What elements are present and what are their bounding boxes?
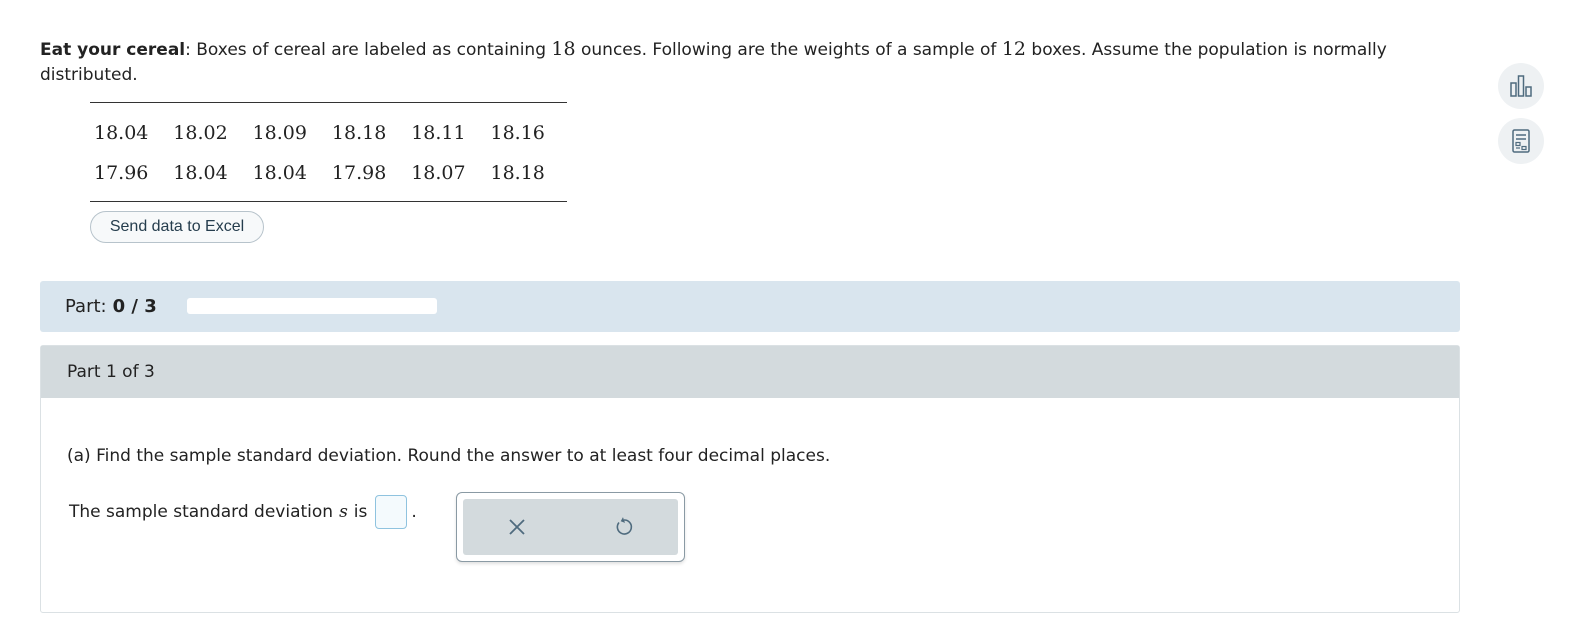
answer-suffix: is <box>353 502 368 522</box>
progress-track <box>187 298 437 314</box>
problem-text-1: : Boxes of cereal are labeled as contain… <box>185 40 552 60</box>
answer-line: The sample standard deviation s is . <box>69 494 417 530</box>
table-cell: 18.18 <box>331 122 387 144</box>
calculator-icon <box>1512 129 1530 153</box>
table-cell: 18.09 <box>252 122 307 144</box>
part-progress-bar: Part: 0 / 3 <box>40 281 1460 332</box>
calculator-tool-button[interactable] <box>1498 118 1544 164</box>
answer-input[interactable] <box>375 495 408 529</box>
table-cell: 17.98 <box>331 162 387 184</box>
table-cell: 18.04 <box>94 122 149 144</box>
part-count: 0 / 3 <box>112 296 157 317</box>
send-to-excel-button[interactable]: Send data to Excel <box>90 211 264 243</box>
answer-tools <box>456 492 685 562</box>
table-cell: 18.11 <box>411 122 466 144</box>
problem-text-2: ounces. Following are the weights of a s… <box>575 40 1002 60</box>
answer-variable: s <box>339 502 348 522</box>
question-text: (a) Find the sample standard deviation. … <box>67 446 831 466</box>
undo-icon <box>616 517 633 535</box>
table-cell: 18.04 <box>173 162 228 184</box>
clear-button[interactable] <box>497 507 537 547</box>
sample-size-value: 12 <box>1001 38 1027 60</box>
ounces-value: 18 <box>551 38 576 60</box>
problem-title: Eat your cereal <box>40 40 186 60</box>
x-icon <box>509 519 525 535</box>
problem-statement: Eat your cereal: Boxes of cereal are lab… <box>40 37 1460 88</box>
answer-prefix: The sample standard deviation <box>69 502 334 522</box>
part-header: Part 1 of 3 <box>41 346 1459 398</box>
table-row: 18.04 18.02 18.09 18.18 18.11 18.16 <box>90 113 567 153</box>
table-cell: 18.07 <box>411 162 466 184</box>
chart-tool-button[interactable] <box>1498 63 1544 109</box>
answer-tools-inner <box>463 499 678 555</box>
table-cell: 18.16 <box>490 122 545 144</box>
part-label: Part: <box>65 296 107 317</box>
table-cell: 18.18 <box>490 162 545 184</box>
table-row: 17.96 18.04 18.04 17.98 18.07 18.18 <box>90 153 567 193</box>
undo-button[interactable] <box>604 507 644 547</box>
data-table: 18.04 18.02 18.09 18.18 18.11 18.16 17.9… <box>90 102 567 202</box>
table-cell: 17.96 <box>94 162 149 184</box>
part-panel: Part 1 of 3 (a) Find the sample standard… <box>40 345 1460 613</box>
answer-period: . <box>411 502 417 522</box>
table-cell: 18.02 <box>173 122 228 144</box>
bar-chart-icon <box>1510 75 1532 97</box>
table-cell: 18.04 <box>252 162 307 184</box>
